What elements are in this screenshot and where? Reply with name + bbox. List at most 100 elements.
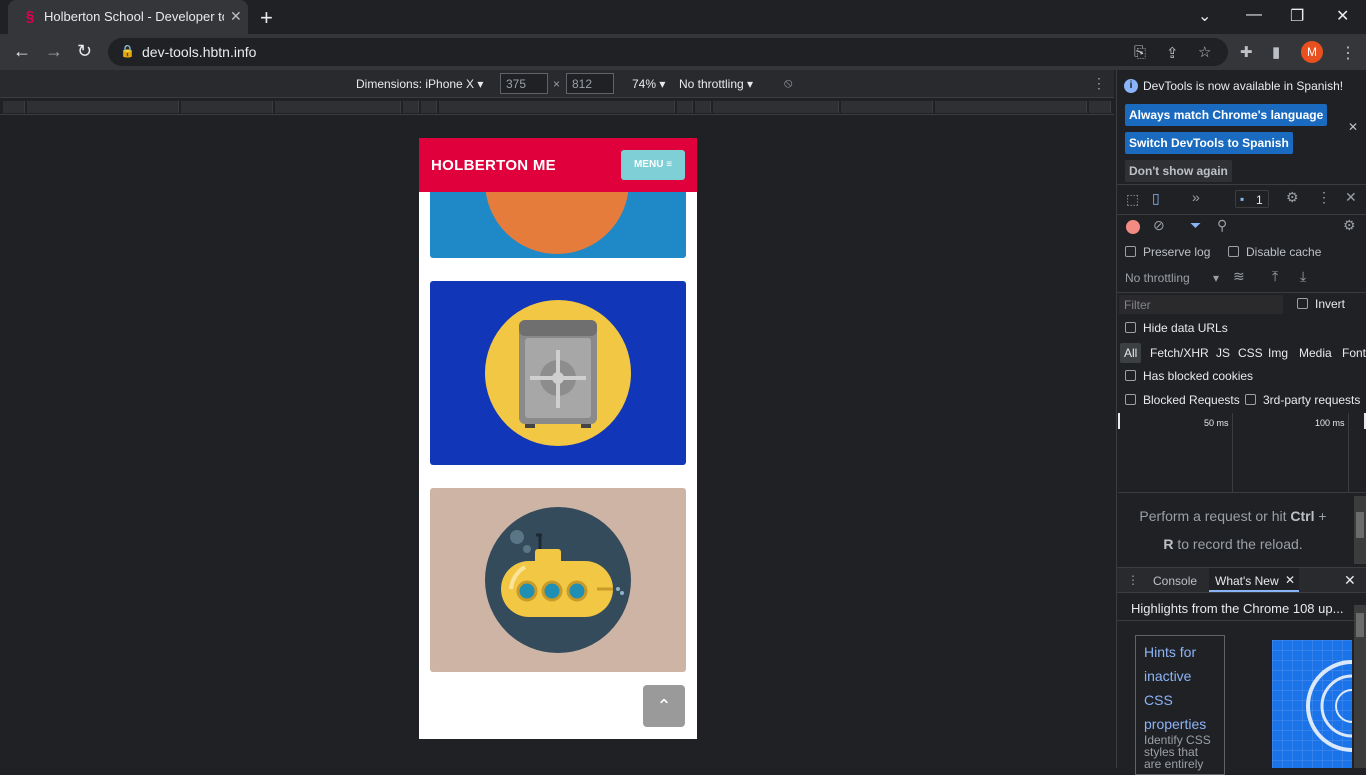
timeline-start-handle[interactable] [1118, 413, 1120, 429]
ruler-segment[interactable] [181, 101, 273, 113]
ruler-segment[interactable] [695, 101, 711, 113]
filter-fetch-xhr[interactable]: Fetch/XHR [1150, 346, 1209, 360]
network-scrollbar[interactable] [1354, 496, 1366, 564]
network-conditions-icon[interactable]: ≋ [1233, 268, 1245, 285]
invert-checkbox[interactable] [1297, 298, 1308, 309]
side-panel-icon[interactable]: ▮ [1272, 43, 1280, 61]
devtools-menu-icon[interactable]: ⋮ [1317, 189, 1331, 206]
filter-js[interactable]: JS [1216, 346, 1230, 360]
inspect-element-icon[interactable]: ⬚ [1126, 191, 1139, 208]
tab-whats-new[interactable]: What's New ✕ [1209, 568, 1299, 592]
close-whats-new-icon[interactable]: ✕ [1285, 573, 1295, 587]
close-drawer-icon[interactable]: ✕ [1344, 572, 1356, 589]
filter-all[interactable]: All [1120, 343, 1142, 363]
profile-avatar[interactable]: M [1301, 41, 1323, 63]
switch-to-spanish-button[interactable]: Switch DevTools to Spanish [1125, 132, 1293, 154]
ruler-segment[interactable] [3, 101, 25, 113]
close-devtools-icon[interactable]: ✕ [1345, 189, 1357, 206]
back-button[interactable]: ← [13, 41, 31, 62]
ruler-segment[interactable] [935, 101, 1087, 113]
more-tabs-icon[interactable]: » [1192, 189, 1200, 205]
preserve-log-checkbox[interactable] [1125, 246, 1136, 257]
hint-illustration [1272, 640, 1352, 768]
empty-message-text-2: to record the reload. [1177, 536, 1303, 552]
restore-button[interactable]: ❐ [1290, 6, 1304, 26]
forward-button[interactable]: → [45, 41, 63, 62]
network-overview-timeline[interactable]: 50 ms 100 ms [1118, 413, 1366, 493]
scrollbar-thumb[interactable] [1356, 512, 1364, 538]
has-blocked-cookies-label: Has blocked cookies [1143, 369, 1254, 383]
device-toggle-icon[interactable]: ▯ [1152, 190, 1160, 207]
filter-font[interactable]: Font [1342, 346, 1366, 360]
new-tab-button[interactable]: + [260, 5, 273, 31]
export-har-icon[interactable]: ⤓ [1300, 268, 1306, 285]
ruler-segment[interactable] [841, 101, 933, 113]
scrollbar-thumb[interactable] [1356, 613, 1364, 637]
tab-search-icon[interactable]: ⌄ [1198, 6, 1211, 26]
network-throttling-select[interactable]: No throttling ▾ [1125, 271, 1219, 285]
hint-card[interactable]: Hints for inactive CSS properties Identi… [1135, 635, 1225, 775]
submarine-card[interactable] [430, 488, 686, 672]
filter-input[interactable]: Filter [1119, 295, 1283, 314]
bookmark-star-icon[interactable]: ☆ [1198, 43, 1211, 61]
issues-button[interactable]: ▪ 1 [1235, 190, 1269, 208]
height-input[interactable]: 812 [566, 73, 614, 94]
ruler-segment[interactable] [275, 101, 401, 113]
ruler-segment[interactable] [1089, 101, 1111, 113]
rotate-icon[interactable]: ⦸ [784, 75, 792, 91]
reload-button[interactable]: ↻ [77, 41, 92, 62]
third-party-checkbox[interactable] [1245, 394, 1256, 405]
ruler-segment[interactable] [403, 101, 419, 113]
always-match-language-button[interactable]: Always match Chrome's language [1125, 104, 1328, 126]
ruler-segment[interactable] [677, 101, 693, 113]
disable-cache-checkbox[interactable] [1228, 246, 1239, 257]
safe-card[interactable] [430, 281, 686, 465]
minimize-button[interactable]: — [1246, 6, 1262, 24]
zoom-value: 74% [632, 77, 657, 91]
tab-console[interactable]: Console [1153, 574, 1197, 588]
ruler-segment[interactable] [27, 101, 179, 113]
search-icon[interactable]: ⚲ [1217, 217, 1227, 234]
more-menu-icon[interactable]: ⋮ [1340, 43, 1356, 63]
ruler-segment[interactable] [421, 101, 437, 113]
dimensions-select[interactable]: Dimensions: iPhone X ▾ [356, 77, 483, 91]
settings-gear-icon[interactable]: ⚙ [1286, 189, 1299, 206]
hint-title-line: CSS [1144, 692, 1173, 708]
lock-icon[interactable]: 🔒 [120, 44, 135, 58]
ruler-segment[interactable] [713, 101, 839, 113]
dont-show-again-button[interactable]: Don't show again [1125, 160, 1232, 182]
share-icon[interactable]: ⇪ [1166, 44, 1179, 62]
close-notice-icon[interactable]: ✕ [1348, 120, 1358, 134]
drawer-menu-icon[interactable]: ⋮ [1127, 573, 1139, 587]
width-input[interactable]: 375 [500, 73, 548, 94]
import-har-icon[interactable]: ⤒ [1272, 268, 1278, 285]
r-key-label: R [1163, 536, 1174, 552]
filter-media[interactable]: Media [1299, 346, 1332, 360]
hint-title[interactable]: Hints for inactive CSS properties [1144, 640, 1206, 736]
translate-icon[interactable]: ⎘ [1134, 44, 1146, 61]
ruler-segment[interactable] [439, 101, 675, 113]
zoom-select[interactable]: 74% ▾ [632, 77, 665, 91]
menu-button[interactable]: MENU ≡ [621, 150, 685, 180]
blocked-requests-checkbox[interactable] [1125, 394, 1136, 405]
throttling-select[interactable]: No throttling ▾ [679, 77, 753, 91]
filter-img[interactable]: Img [1268, 346, 1288, 360]
has-blocked-cookies-checkbox[interactable] [1125, 370, 1136, 381]
close-tab-icon[interactable]: ✕ [230, 8, 242, 25]
browser-tab[interactable]: § Holberton School - Developer to ✕ [8, 0, 248, 34]
times-symbol: × [553, 77, 561, 91]
device-options-icon[interactable]: ⋮ [1092, 75, 1106, 92]
extensions-puzzle-icon[interactable]: ✚ [1240, 43, 1253, 61]
back-to-top-button[interactable]: ⌃ [643, 685, 685, 727]
close-window-button[interactable]: ✕ [1336, 6, 1349, 26]
record-icon[interactable] [1126, 220, 1140, 234]
clear-icon[interactable]: ⊘ [1153, 217, 1165, 234]
media-query-ruler[interactable] [0, 99, 1114, 115]
address-bar[interactable]: 🔒 dev-tools.hbtn.info ⎘ ⇪ ☆ [108, 38, 1228, 66]
hide-data-urls-checkbox[interactable] [1125, 322, 1136, 333]
filter-icon[interactable]: ⏷ [1190, 217, 1201, 234]
filter-css[interactable]: CSS [1238, 346, 1263, 360]
site-brand[interactable]: HOLBERTON ME [431, 157, 556, 174]
network-settings-icon[interactable]: ⚙ [1343, 217, 1356, 234]
drawer-scrollbar[interactable] [1354, 605, 1366, 768]
